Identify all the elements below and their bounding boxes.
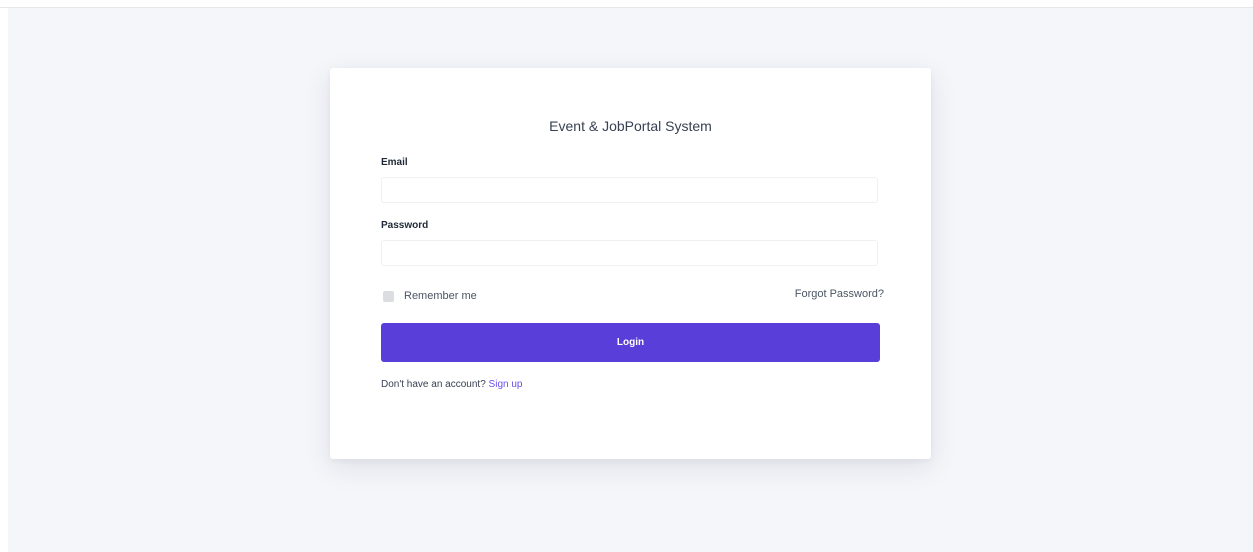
checkbox-icon[interactable] <box>383 290 394 302</box>
signup-row: Don't have an account? Sign up <box>381 379 522 390</box>
page-title: Event & JobPortal System <box>549 118 712 134</box>
email-label: Email <box>381 157 408 168</box>
top-bar <box>0 0 1253 8</box>
password-input[interactable] <box>381 240 878 266</box>
password-label: Password <box>381 220 429 231</box>
login-button[interactable]: Login <box>381 323 880 362</box>
signup-prompt: Don't have an account? <box>381 379 489 390</box>
login-page: Event & JobPortal System Email Password … <box>0 0 1253 552</box>
email-input[interactable] <box>381 177 878 203</box>
remember-me-label: Remember me <box>404 290 477 302</box>
signup-link[interactable]: Sign up <box>489 379 523 390</box>
login-card: Event & JobPortal System Email Password … <box>330 68 931 459</box>
remember-me-checkbox[interactable]: Remember me <box>383 289 477 303</box>
forgot-password-link[interactable]: Forgot Password? <box>795 288 884 300</box>
